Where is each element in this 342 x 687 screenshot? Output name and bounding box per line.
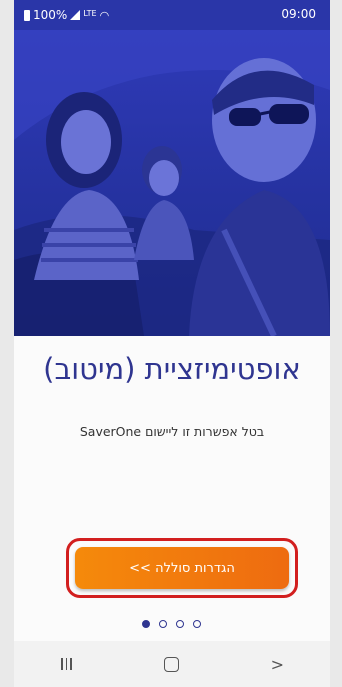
battery-icon (24, 9, 30, 21)
signal-icon (70, 10, 81, 20)
pagination-dot[interactable] (158, 620, 167, 628)
frame-left (0, 0, 14, 687)
network-type: LTE (83, 8, 97, 18)
status-time: 09:00 (281, 7, 316, 21)
wifi-icon: ◠ (99, 8, 110, 22)
status-left: 100% LTE ◠ (24, 8, 109, 22)
frame-right (330, 0, 342, 687)
hero-image (14, 30, 330, 336)
pagination-dots (0, 620, 342, 628)
cta-highlight: הגדרות סוללה >> (66, 538, 298, 598)
home-icon (164, 656, 180, 672)
pagination-dot[interactable] (175, 620, 184, 628)
phone-screen: 100% LTE ◠ 09:00 אופטימיזציית (מיטוב) בט… (0, 0, 342, 687)
pagination-dot[interactable] (141, 620, 150, 628)
home-button[interactable] (142, 644, 202, 684)
recent-apps-icon (61, 658, 72, 670)
navigation-bar: > (14, 641, 330, 687)
status-bar: 100% LTE ◠ 09:00 (14, 0, 330, 30)
battery-level: 100% (33, 8, 68, 22)
back-icon: > (270, 654, 285, 674)
recent-apps-button[interactable] (37, 644, 97, 684)
page-subtitle: בטל אפשרות זו ליישום SaverOne (79, 424, 265, 439)
battery-settings-button[interactable]: הגדרות סוללה >> (75, 547, 289, 589)
pagination-dot[interactable] (192, 620, 201, 628)
page-title: אופטימיזציית (מיטוב) (43, 352, 301, 386)
family-in-car-illustration (14, 30, 330, 336)
back-button[interactable]: > (247, 644, 307, 684)
